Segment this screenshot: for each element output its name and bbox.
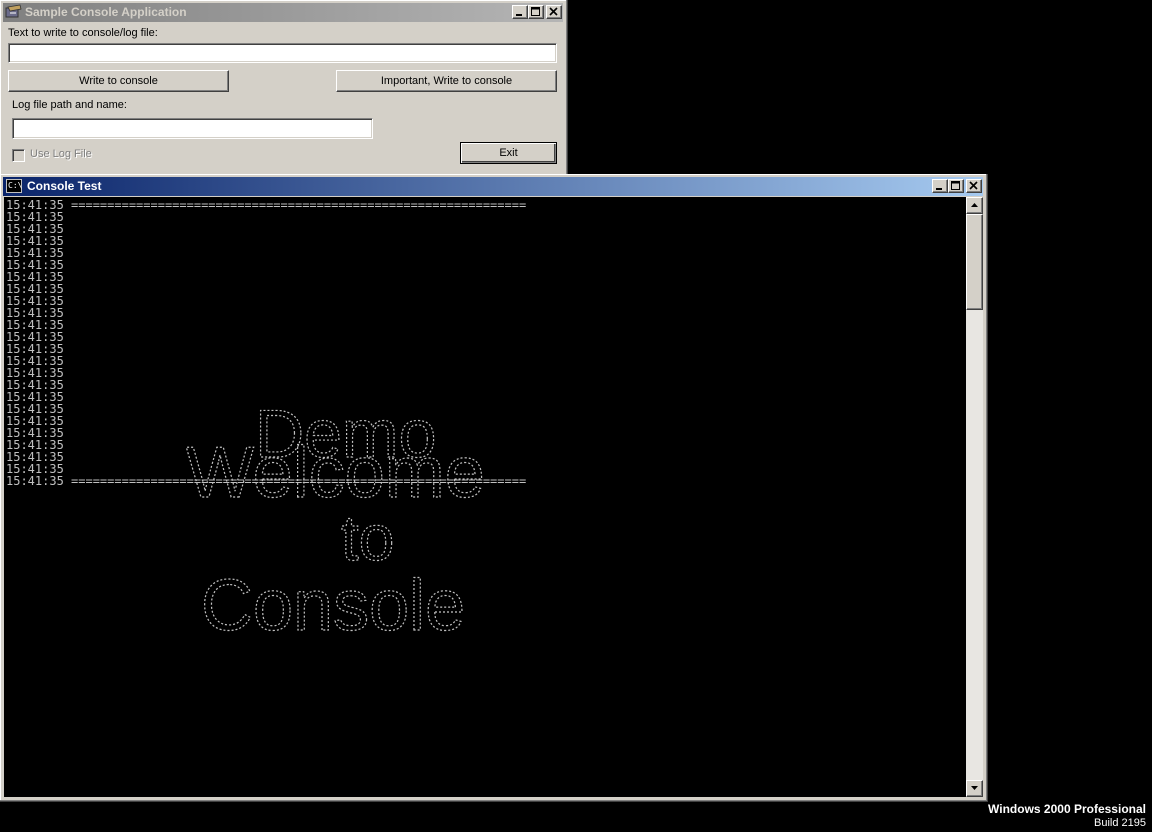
- console-line: 15:41:35: [6, 306, 64, 320]
- close-icon: [549, 7, 558, 16]
- exit-button[interactable]: Exit: [460, 142, 557, 164]
- close-button[interactable]: [546, 5, 562, 19]
- log-path-input[interactable]: [13, 119, 372, 139]
- os-build: Build 2195: [1094, 817, 1146, 829]
- console-window-title: Console Test: [27, 179, 102, 193]
- log-path-label: Log file path and name:: [12, 99, 127, 111]
- text-input-frame: [8, 43, 557, 63]
- console-window: C:\ Console Test 15:41:35 ==============…: [0, 174, 988, 802]
- os-name: Windows 2000 Professional: [988, 802, 1146, 816]
- use-log-label: Use Log File: [30, 148, 92, 160]
- console-line: 15:41:35: [6, 258, 64, 272]
- text-input-label: Text to write to console/log file:: [8, 27, 158, 39]
- console-line: 15:41:35: [6, 210, 64, 224]
- arrow-up-icon: [971, 203, 978, 207]
- scroll-down-button[interactable]: [966, 780, 983, 797]
- scroll-thumb[interactable]: [966, 214, 983, 310]
- arrow-down-icon: [971, 786, 978, 790]
- console-titlebar[interactable]: C:\ Console Test: [3, 177, 983, 196]
- banner-word: to: [341, 502, 394, 574]
- maximize-icon: [951, 181, 960, 190]
- log-path-frame: [12, 118, 373, 139]
- sample-app-window: Sample Console Application Text to write…: [0, 0, 568, 176]
- console-maximize-button[interactable]: [948, 179, 964, 193]
- console-line: 15:41:35: [6, 294, 64, 308]
- important-write-button[interactable]: Important, Write to console: [336, 70, 557, 92]
- maximize-icon: [531, 7, 540, 16]
- app-titlebar[interactable]: Sample Console Application: [3, 3, 563, 22]
- console-line: 15:41:35 ===============================…: [6, 198, 527, 212]
- ascii-banner-bottom: Demo: [250, 395, 550, 482]
- maximize-button[interactable]: [528, 5, 544, 19]
- console-line: 15:41:35: [6, 318, 64, 332]
- minimize-button[interactable]: [512, 5, 528, 19]
- console-line: 15:41:35: [6, 342, 64, 356]
- console-line: 15:41:35: [6, 270, 64, 284]
- console-icon: C:\: [6, 179, 22, 193]
- minimize-icon: [936, 188, 942, 190]
- scroll-up-button[interactable]: [966, 197, 983, 214]
- console-minimize-button[interactable]: [932, 179, 948, 193]
- console-line: 15:41:35: [6, 246, 64, 260]
- banner-word: Console: [201, 566, 465, 646]
- minimize-icon: [516, 14, 522, 16]
- console-line: 15:41:35: [6, 234, 64, 248]
- close-icon: [969, 181, 978, 190]
- console-close-button[interactable]: [966, 179, 982, 193]
- console-line: 15:41:35: [6, 330, 64, 344]
- console-line: 15:41:35: [6, 378, 64, 392]
- console-output[interactable]: 15:41:35 ===============================…: [4, 197, 966, 797]
- write-to-console-button[interactable]: Write to console: [8, 70, 229, 92]
- banner-word: Demo: [255, 397, 436, 472]
- app-icon: [5, 4, 23, 25]
- console-scrollbar[interactable]: [966, 197, 983, 797]
- console-line: 15:41:35: [6, 282, 64, 296]
- text-input[interactable]: [9, 45, 556, 63]
- console-line: 15:41:35: [6, 366, 64, 380]
- console-line: 15:41:35: [6, 222, 64, 236]
- use-log-checkbox[interactable]: [12, 149, 25, 162]
- console-line: 15:41:35: [6, 354, 64, 368]
- app-window-title: Sample Console Application: [25, 5, 187, 19]
- os-watermark: Windows 2000 Professional Build 2195: [988, 802, 1146, 830]
